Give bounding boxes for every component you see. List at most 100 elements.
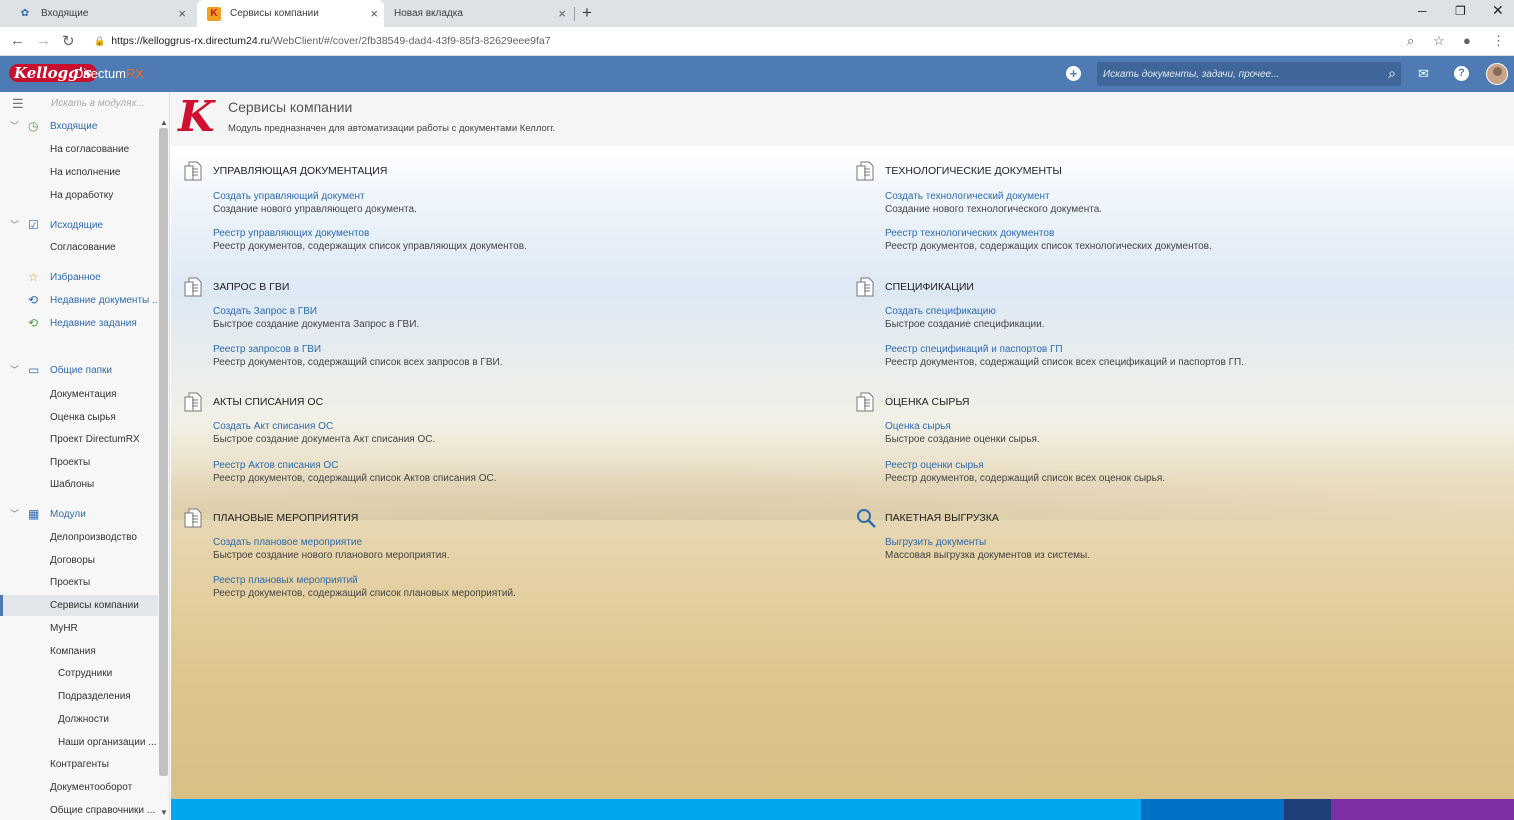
sidebar-item-documentation[interactable]: Документация <box>0 384 158 405</box>
restore-icon[interactable]: ❐ <box>1455 4 1466 18</box>
section-link[interactable]: Реестр Актов списания ОС <box>213 460 338 471</box>
sidebar-item-favorites[interactable]: ☆ Избранное <box>0 267 158 288</box>
browser-menu-icon[interactable]: ⋮ <box>1492 33 1505 49</box>
url-field[interactable]: 🔒 https://kelloggrus-rx.directum24.ru/Web… <box>94 35 551 47</box>
section-link[interactable]: Реестр плановых мероприятий <box>213 575 358 586</box>
footer-bar-segment <box>1284 799 1331 820</box>
close-tab-icon[interactable]: × <box>370 6 378 21</box>
sidebar: ☰ Искать в модулях... ﹀ ◷ Входящие На со… <box>0 92 170 820</box>
sidebar-item-company-services[interactable]: Сервисы компании <box>0 595 158 616</box>
sidebar-item-modules[interactable]: ﹀ ▦ Модули <box>0 504 158 525</box>
chevron-down-icon[interactable]: ﹀ <box>10 215 19 236</box>
help-icon[interactable]: ? <box>1454 66 1469 81</box>
tab-label: Сервисы компании <box>230 8 319 19</box>
module-search-input[interactable]: Искать в модулях... <box>51 98 145 109</box>
new-tab-icon[interactable]: + <box>582 3 592 23</box>
sidebar-item-label: Оценка сырья <box>50 412 116 423</box>
sidebar-item-recent-tasks[interactable]: ⟲ Недавние задания <box>0 313 158 334</box>
close-window-icon[interactable]: ✕ <box>1492 2 1504 19</box>
sidebar-item-label: Контрагенты <box>50 759 109 770</box>
footer-bar-segment <box>171 799 1141 820</box>
global-search-input[interactable] <box>1097 62 1367 86</box>
sidebar-item-for-execution[interactable]: На исполнение <box>0 162 158 183</box>
brand-suffix: RX <box>126 66 145 81</box>
close-tab-icon[interactable]: × <box>178 6 186 21</box>
chevron-down-icon[interactable]: ﹀ <box>10 504 19 525</box>
user-avatar[interactable] <box>1486 63 1508 85</box>
sidebar-item-templates[interactable]: Шаблоны <box>0 474 158 495</box>
sidebar-item-label: Исходящие <box>50 220 104 231</box>
sidebar-item-label: Недавние задания <box>50 318 137 329</box>
global-search: ⌕ <box>1097 62 1401 86</box>
sidebar-item-for-approval[interactable]: На согласование <box>0 139 158 160</box>
section-link[interactable]: Реестр управляющих документов <box>213 228 369 239</box>
hamburger-menu-icon[interactable]: ☰ <box>12 96 24 112</box>
sidebar-item-employees[interactable]: Сотрудники <box>0 663 158 684</box>
sidebar-item-counterparties[interactable]: Контрагенты <box>0 754 158 775</box>
sidebar-item-common-directories[interactable]: Общие справочники ... <box>0 800 158 820</box>
sidebar-item-our-organizations[interactable]: Наши организации ... <box>0 732 158 753</box>
scroll-up-icon[interactable]: ▲ <box>160 118 168 127</box>
section-link[interactable]: Реестр запросов в ГВИ <box>213 344 321 355</box>
sidebar-item-shared-folders[interactable]: ﹀ ▭ Общие папки <box>0 360 158 381</box>
sidebar-item-outgoing[interactable]: ﹀ ☑ Исходящие <box>0 215 158 236</box>
sidebar-item-departments[interactable]: Подразделения <box>0 686 158 707</box>
section-link[interactable]: Создать плановое мероприятие <box>213 537 362 548</box>
section-description: Создание нового управляющего документа. <box>213 204 417 215</box>
section-link[interactable]: Создать Запрос в ГВИ <box>213 306 317 317</box>
minimize-icon[interactable]: ─ <box>1418 4 1427 18</box>
reload-icon[interactable]: ↻ <box>62 32 75 50</box>
section-link[interactable]: Реестр спецификаций и паспортов ГП <box>885 344 1063 355</box>
sidebar-item-positions[interactable]: Должности <box>0 709 158 730</box>
section-link[interactable]: Выгрузить документы <box>885 537 986 548</box>
profile-icon[interactable]: ● <box>1463 33 1471 48</box>
section-link[interactable]: Создать спецификацию <box>885 306 996 317</box>
create-plus-icon[interactable]: + <box>1066 66 1081 81</box>
sidebar-item-module-projects[interactable]: Проекты <box>0 572 158 593</box>
browser-tab-new[interactable]: Новая вкладка × <box>384 0 572 27</box>
sidebar-item-label: Документооборот <box>50 782 133 793</box>
section-link[interactable]: Создать управляющий документ <box>213 191 365 202</box>
forward-icon[interactable]: → <box>36 32 51 49</box>
sidebar-item-contracts[interactable]: Договоры <box>0 550 158 571</box>
section-description: Быстрое создание нового планового меропр… <box>213 550 450 561</box>
sidebar-item-inbox[interactable]: ﹀ ◷ Входящие <box>0 116 158 137</box>
section-description: Быстрое создание документа Акт списания … <box>213 434 436 445</box>
sidebar-item-projects[interactable]: Проекты <box>0 452 158 473</box>
zoom-icon[interactable]: ⌕ <box>1407 33 1414 49</box>
section-description: Реестр документов, содержащий список все… <box>885 473 1166 484</box>
sidebar-item-document-flow[interactable]: Документооборот <box>0 777 158 798</box>
sidebar-item-approval[interactable]: Согласование <box>0 237 158 258</box>
url-host: https://kelloggrus-rx.directum24.ru <box>111 35 270 47</box>
section-link[interactable]: Оценка сырья <box>885 421 951 432</box>
section-title: СПЕЦИФИКАЦИИ <box>885 281 974 293</box>
section-link[interactable]: Реестр технологических документов <box>885 228 1054 239</box>
sidebar-item-project-directumrx[interactable]: Проект DirectumRX <box>0 429 158 450</box>
sidebar-item-raw-material-assessment[interactable]: Оценка сырья <box>0 407 158 428</box>
close-tab-icon[interactable]: × <box>558 6 566 21</box>
scroll-down-icon[interactable]: ▼ <box>160 808 168 817</box>
sidebar-item-label: MyHR <box>50 623 78 634</box>
chevron-down-icon[interactable]: ﹀ <box>10 360 19 381</box>
sidebar-item-for-rework[interactable]: На доработку <box>0 185 158 206</box>
browser-tab-inbox[interactable]: ✿ Входящие × <box>8 0 192 27</box>
search-icon[interactable]: ⌕ <box>1388 65 1396 82</box>
sidebar-scrollbar[interactable] <box>159 128 168 776</box>
section-link[interactable]: Создать Акт списания ОС <box>213 421 333 432</box>
section-link[interactable]: Создать технологический документ <box>885 191 1050 202</box>
section-link[interactable]: Реестр оценки сырья <box>885 460 984 471</box>
browser-tab-services[interactable]: K Сервисы компании × <box>197 0 384 27</box>
sidebar-item-myhr[interactable]: MyHR <box>0 618 158 639</box>
brand-prefix: Directum <box>74 66 127 81</box>
address-bar: ← → ↻ 🔒 https://kelloggrus-rx.directum24.… <box>0 27 1514 56</box>
sidebar-item-label: Шаблоны <box>50 479 95 490</box>
sidebar-item-company[interactable]: Компания <box>0 641 158 662</box>
chevron-down-icon[interactable]: ﹀ <box>10 116 19 137</box>
page-subtitle: Модуль предназначен для автоматизации ра… <box>228 123 556 134</box>
sidebar-item-recent-documents[interactable]: ⟲ Недавние документы ... <box>0 290 158 311</box>
sidebar-item-records-management[interactable]: Делопроизводство <box>0 527 158 548</box>
lock-icon: 🔒 <box>94 36 106 46</box>
back-icon[interactable]: ← <box>10 32 25 49</box>
mail-icon[interactable]: ✉ <box>1418 66 1429 82</box>
bookmark-star-icon[interactable]: ☆ <box>1433 33 1445 49</box>
